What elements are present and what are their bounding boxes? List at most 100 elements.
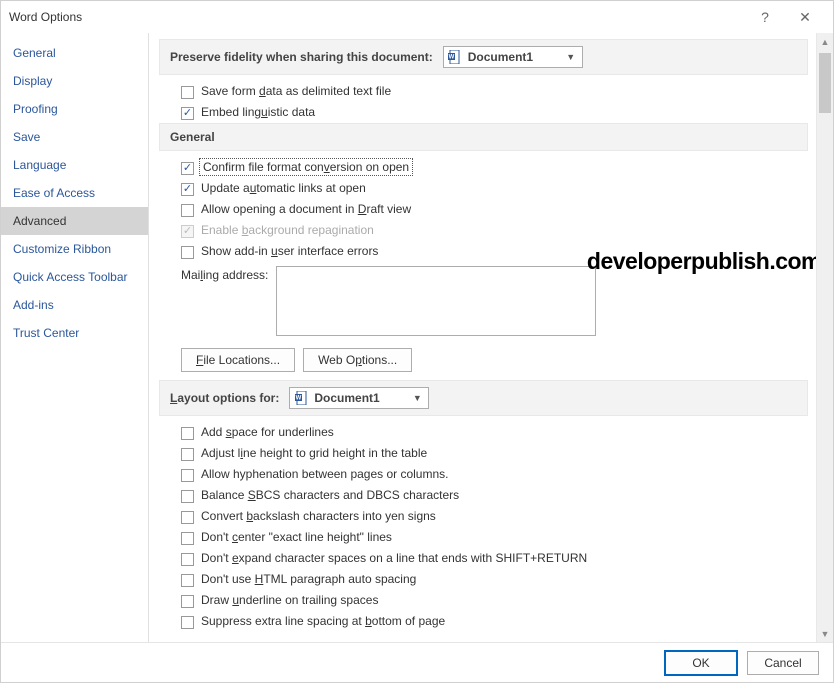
option-update-auto-links[interactable]: Update automatic links at open <box>159 178 808 199</box>
scroll-down-arrow-icon[interactable]: ▼ <box>817 625 833 642</box>
svg-text:W: W <box>449 55 455 61</box>
option-label-dont-expand-spaces: Don't expand character spaces on a line … <box>201 551 587 565</box>
help-button[interactable]: ? <box>745 3 785 31</box>
checkbox-addin-errors[interactable] <box>181 246 194 259</box>
option-label-balance-sbcs: Balance SBCS characters and DBCS charact… <box>201 488 459 502</box>
sidebar-item-general[interactable]: General <box>1 39 148 67</box>
file-locations-button[interactable]: File Locations... <box>181 348 295 372</box>
option-save-form-data[interactable]: Save form data as delimited text file <box>159 81 808 102</box>
sidebar-item-display[interactable]: Display <box>1 67 148 95</box>
sidebar-item-save[interactable]: Save <box>1 123 148 151</box>
main-scroll-area: Preserve fidelity when sharing this docu… <box>149 33 816 642</box>
option-allow-hyphenation[interactable]: Allow hyphenation between pages or colum… <box>159 464 808 485</box>
option-label-draw-underline: Draw underline on trailing spaces <box>201 593 378 607</box>
mailing-address-row: Mailing address: <box>159 262 808 340</box>
option-dont-center-exact[interactable]: Don't center "exact line height" lines <box>159 527 808 548</box>
checkbox-balance-sbcs[interactable] <box>181 490 194 503</box>
layout-document-select[interactable]: W Document1 ▼ <box>289 387 429 409</box>
title-bar: Word Options ? ✕ <box>1 1 833 33</box>
option-label-dont-center-exact: Don't center "exact line height" lines <box>201 530 392 544</box>
option-label-save-form-data: Save form data as delimited text file <box>201 84 391 98</box>
checkbox-dont-use-html-spacing[interactable] <box>181 574 194 587</box>
sidebar-item-ease-of-access[interactable]: Ease of Access <box>1 179 148 207</box>
sidebar-item-advanced[interactable]: Advanced <box>1 207 148 235</box>
document-icon: W <box>448 50 462 64</box>
option-label-allow-hyphenation: Allow hyphenation between pages or colum… <box>201 467 449 481</box>
checkbox-suppress-extra-spacing[interactable] <box>181 616 194 629</box>
sidebar-item-add-ins[interactable]: Add-ins <box>1 291 148 319</box>
mailing-address-input[interactable] <box>276 266 596 336</box>
window-title: Word Options <box>9 10 745 24</box>
option-label-update-auto-links: Update automatic links at open <box>201 181 366 195</box>
option-addin-errors[interactable]: Show add-in user interface errors <box>159 241 808 262</box>
dialog-footer: OK Cancel <box>1 642 833 682</box>
svg-text:W: W <box>296 396 302 402</box>
checkbox-allow-hyphenation[interactable] <box>181 469 194 482</box>
category-sidebar: GeneralDisplayProofingSaveLanguageEase o… <box>1 33 149 642</box>
option-convert-backslash[interactable]: Convert backslash characters into yen si… <box>159 506 808 527</box>
ok-button[interactable]: OK <box>665 651 737 675</box>
option-embed-linguistic[interactable]: Embed linguistic data <box>159 102 808 123</box>
section-header-layout: Layout options for: W Document1 ▼ <box>159 380 808 416</box>
section-header-general: General <box>159 123 808 151</box>
section-title-layout: Layout options for: <box>170 391 279 405</box>
layout-select-value: Document1 <box>314 391 404 405</box>
section-title-general: General <box>170 130 215 144</box>
option-label-allow-draft-view: Allow opening a document in Draft view <box>201 202 411 216</box>
section-header-preserve: Preserve fidelity when sharing this docu… <box>159 39 808 75</box>
main-panel: Preserve fidelity when sharing this docu… <box>149 33 833 642</box>
checkbox-update-auto-links[interactable] <box>181 183 194 196</box>
option-balance-sbcs[interactable]: Balance SBCS characters and DBCS charact… <box>159 485 808 506</box>
option-label-embed-linguistic: Embed linguistic data <box>201 105 315 119</box>
sidebar-item-language[interactable]: Language <box>1 151 148 179</box>
checkbox-adjust-line-height[interactable] <box>181 448 194 461</box>
scrollbar-thumb[interactable] <box>819 53 831 113</box>
option-label-dont-use-html-spacing: Don't use HTML paragraph auto spacing <box>201 572 416 586</box>
mailing-address-label: Mailing address: <box>181 266 268 282</box>
word-options-dialog: Word Options ? ✕ GeneralDisplayProofingS… <box>0 0 834 683</box>
checkbox-allow-draft-view[interactable] <box>181 204 194 217</box>
document-icon: W <box>294 391 308 405</box>
close-button[interactable]: ✕ <box>785 3 825 31</box>
scroll-up-arrow-icon[interactable]: ▲ <box>817 33 833 50</box>
option-draw-underline[interactable]: Draw underline on trailing spaces <box>159 590 808 611</box>
preserve-select-value: Document1 <box>468 50 558 64</box>
checkbox-save-form-data[interactable] <box>181 86 194 99</box>
option-label-confirm-conversion: Confirm file format conversion on open <box>201 160 411 174</box>
checkbox-draw-underline[interactable] <box>181 595 194 608</box>
option-confirm-conversion[interactable]: Confirm file format conversion on open <box>159 157 808 178</box>
chevron-down-icon: ▼ <box>564 52 578 62</box>
checkbox-confirm-conversion[interactable] <box>181 162 194 175</box>
option-adjust-line-height[interactable]: Adjust line height to grid height in the… <box>159 443 808 464</box>
option-label-suppress-extra-spacing: Suppress extra line spacing at bottom of… <box>201 614 445 628</box>
option-label-adjust-line-height: Adjust line height to grid height in the… <box>201 446 427 460</box>
preserve-document-select[interactable]: W Document1 ▼ <box>443 46 583 68</box>
vertical-scrollbar[interactable]: ▲ ▼ <box>816 33 833 642</box>
sidebar-item-proofing[interactable]: Proofing <box>1 95 148 123</box>
option-suppress-extra-spacing[interactable]: Suppress extra line spacing at bottom of… <box>159 611 808 632</box>
section-title-preserve: Preserve fidelity when sharing this docu… <box>170 50 433 64</box>
sidebar-item-quick-access-toolbar[interactable]: Quick Access Toolbar <box>1 263 148 291</box>
cancel-button[interactable]: Cancel <box>747 651 819 675</box>
option-label-convert-backslash: Convert backslash characters into yen si… <box>201 509 436 523</box>
checkbox-convert-backslash[interactable] <box>181 511 194 524</box>
general-buttons: File Locations... Web Options... <box>159 340 808 380</box>
checkbox-background-repag <box>181 225 194 238</box>
checkbox-dont-expand-spaces[interactable] <box>181 553 194 566</box>
option-background-repag: Enable background repagination <box>159 220 808 241</box>
chevron-down-icon: ▼ <box>410 393 424 403</box>
option-label-addin-errors: Show add-in user interface errors <box>201 244 378 258</box>
option-allow-draft-view[interactable]: Allow opening a document in Draft view <box>159 199 808 220</box>
option-label-background-repag: Enable background repagination <box>201 223 374 237</box>
sidebar-item-customize-ribbon[interactable]: Customize Ribbon <box>1 235 148 263</box>
checkbox-embed-linguistic[interactable] <box>181 107 194 120</box>
checkbox-add-space-underlines[interactable] <box>181 427 194 440</box>
option-label-add-space-underlines: Add space for underlines <box>201 425 334 439</box>
dialog-content: GeneralDisplayProofingSaveLanguageEase o… <box>1 33 833 642</box>
web-options-button[interactable]: Web Options... <box>303 348 412 372</box>
option-dont-expand-spaces[interactable]: Don't expand character spaces on a line … <box>159 548 808 569</box>
option-dont-use-html-spacing[interactable]: Don't use HTML paragraph auto spacing <box>159 569 808 590</box>
sidebar-item-trust-center[interactable]: Trust Center <box>1 319 148 347</box>
option-add-space-underlines[interactable]: Add space for underlines <box>159 422 808 443</box>
checkbox-dont-center-exact[interactable] <box>181 532 194 545</box>
